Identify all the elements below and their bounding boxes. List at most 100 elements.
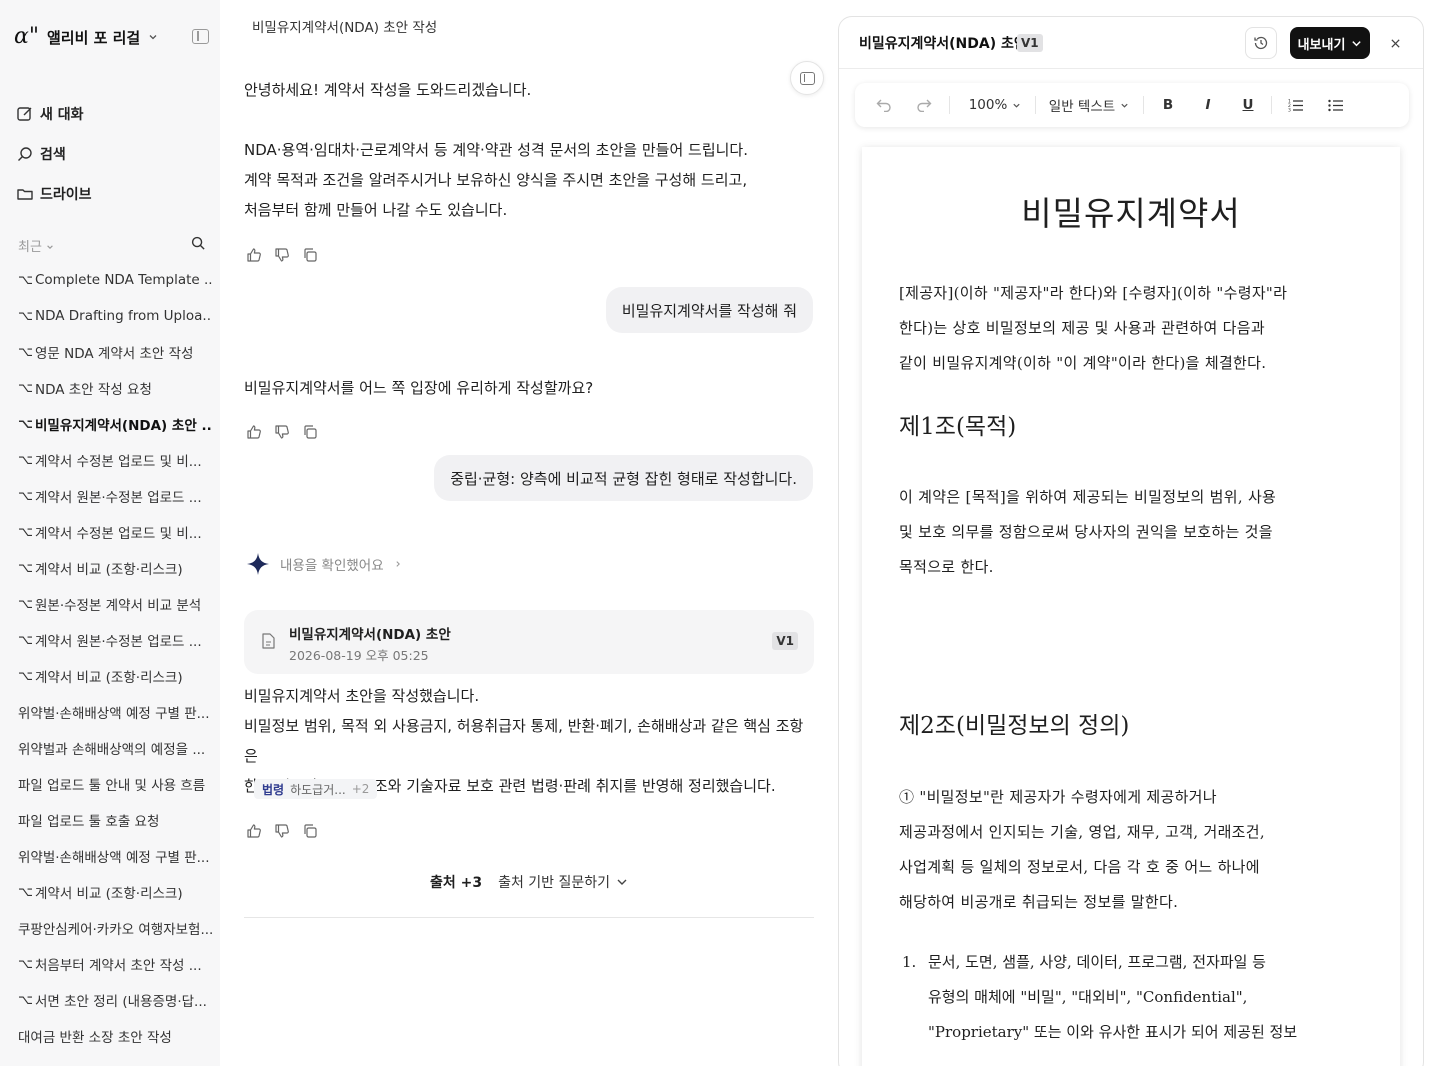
branch-icon: ⌥ bbox=[18, 596, 33, 612]
toolbar-separator bbox=[1035, 96, 1036, 114]
chat-title: 비밀유지계약서(NDA) 초안 작성 bbox=[252, 20, 438, 36]
recent-item-label: 서면 초안 정리 (내용증명·답... bbox=[34, 994, 207, 1010]
workspace-switcher[interactable]: α" 앨리비 포 리걸 bbox=[14, 24, 158, 50]
recent-item[interactable]: ⌥ 계약서 비교 (조항·리스크) bbox=[18, 550, 212, 586]
recent-item[interactable]: 파일 업로드 툴 안내 및 사용 흐름 bbox=[18, 766, 212, 802]
recent-filter[interactable]: 최근 bbox=[18, 236, 54, 255]
sidebar-toggle-icon[interactable] bbox=[192, 29, 209, 44]
undo-button[interactable] bbox=[869, 83, 899, 127]
user-message: 비밀유지계약서를 작성해 줘 bbox=[605, 287, 813, 333]
underline-button[interactable]: U bbox=[1233, 83, 1263, 127]
recent-item-label: 계약서 수정본 업로드 및 비... bbox=[34, 454, 202, 470]
document-page[interactable]: 비밀유지계약서 [제공자](이하 "제공자"라 한다)와 [수령자](이하 "수… bbox=[862, 147, 1400, 1066]
message-actions bbox=[246, 823, 318, 839]
copy-icon[interactable] bbox=[302, 424, 318, 440]
recent-item[interactable]: ⌥ 계약서 비교 (조항·리스크) bbox=[18, 874, 212, 910]
sparkle-icon bbox=[247, 553, 269, 575]
message-line: 안녕하세요! 계약서 작성을 도와드리겠습니다. bbox=[244, 81, 532, 99]
thumbs-down-icon[interactable] bbox=[274, 823, 290, 839]
thumbs-down-icon[interactable] bbox=[274, 247, 290, 263]
copy-icon[interactable] bbox=[302, 823, 318, 839]
new-chat-icon bbox=[16, 105, 34, 123]
recent-item[interactable]: ⌥ NDA 초안 작성 요청 bbox=[18, 370, 212, 406]
thumbs-down-icon[interactable] bbox=[274, 424, 290, 440]
recent-search-icon[interactable] bbox=[191, 236, 206, 255]
toolbar-separator bbox=[949, 96, 950, 114]
export-button[interactable]: 내보내기 bbox=[1290, 27, 1370, 59]
text-style-select[interactable]: 일반 텍스트 bbox=[1043, 83, 1135, 127]
recent-item[interactable]: 대여금 반환 소장 초안 작성 bbox=[18, 1018, 212, 1054]
user-message: 중립·균형: 양측에 비교적 균형 잡힌 형태로 작성합니다. bbox=[434, 455, 813, 501]
chat-area: 비밀유지계약서(NDA) 초안 작성 안녕하세요! 계약서 작성을 도와드리겠습… bbox=[220, 0, 838, 1066]
nav-search[interactable]: 검색 bbox=[16, 134, 206, 174]
export-label: 내보내기 bbox=[1297, 37, 1346, 53]
version-badge: V1 bbox=[772, 632, 798, 650]
bold-button[interactable]: B bbox=[1153, 83, 1183, 127]
zoom-select[interactable]: 100% bbox=[959, 83, 1031, 127]
document-title: 비밀유지계약서 bbox=[1021, 194, 1241, 233]
recent-item[interactable]: ⌥ 처음부터 계약서 초안 작성 ... bbox=[18, 946, 212, 982]
copy-icon[interactable] bbox=[302, 247, 318, 263]
thumbs-up-icon[interactable] bbox=[246, 247, 262, 263]
recent-item[interactable]: ⌥ 영문 NDA 계약서 초안 작성 bbox=[18, 334, 212, 370]
source-more: +2 bbox=[351, 782, 370, 796]
recent-item[interactable]: 파일 업로드 툴 호출 요청 bbox=[18, 802, 212, 838]
recent-item[interactable]: 위약벌과 손해배상액의 예정을 ... bbox=[18, 730, 212, 766]
doc-line: [제공자](이하 "제공자"라 한다)와 [수령자](이하 "수령자"라 bbox=[899, 284, 1288, 302]
recent-item-label: 파일 업로드 툴 호출 요청 bbox=[18, 814, 160, 830]
source-question-button[interactable]: 출처 기반 질문하기 bbox=[498, 872, 628, 892]
recent-item-label: 위약벌·손해배상액 예정 구별 판... bbox=[18, 850, 210, 866]
thumbs-up-icon[interactable] bbox=[246, 823, 262, 839]
recent-item[interactable]: ⌥ 계약서 수정본 업로드 및 비... bbox=[18, 442, 212, 478]
close-panel-button[interactable] bbox=[1385, 33, 1405, 53]
recent-item[interactable]: ⌥ 계약서 비교 (조항·리스크) bbox=[18, 658, 212, 694]
branch-icon: ⌥ bbox=[18, 272, 33, 288]
italic-button[interactable]: I bbox=[1193, 83, 1223, 127]
nav-drive[interactable]: 드라이브 bbox=[16, 174, 206, 214]
redo-button[interactable] bbox=[909, 83, 939, 127]
sidebar: α" 앨리비 포 리걸 새 대화 검색 드라이브 최근 ⌥ Complete N… bbox=[0, 0, 220, 1066]
bullet-list-button[interactable] bbox=[1321, 83, 1351, 127]
recent-item[interactable]: 쿠팡안심케어·카카오 여행자보험... bbox=[18, 910, 212, 946]
doc-line: ① "비밀정보"란 제공자가 수령자에게 제공하거나 bbox=[899, 788, 1217, 806]
thinking-status[interactable]: 내용을 확인했어요 bbox=[246, 552, 402, 576]
document-card-title: 비밀유지계약서(NDA) 초안 bbox=[289, 627, 451, 643]
recent-item[interactable]: 위약벌·손해배상액 예정 구별 판... bbox=[18, 838, 212, 874]
doc-line: 문서, 도면, 샘플, 사양, 데이터, 프로그램, 전자파일 등 bbox=[928, 953, 1266, 971]
history-button[interactable] bbox=[1245, 27, 1277, 59]
branch-icon: ⌥ bbox=[18, 956, 33, 972]
recent-item[interactable]: ⌥ 계약서 원본·수정본 업로드 ... bbox=[18, 478, 212, 514]
document-card[interactable]: 비밀유지계약서(NDA) 초안 2026-08-19 오후 05:25 V1 bbox=[244, 610, 814, 674]
recent-item[interactable]: 위약벌·손해배상액 예정 구별 판... bbox=[18, 694, 212, 730]
branch-icon: ⌥ bbox=[18, 884, 33, 900]
document-card-date: 2026-08-19 오후 05:25 bbox=[289, 648, 429, 663]
source-question-label: 출처 기반 질문하기 bbox=[498, 875, 611, 891]
recent-item-label: 대여금 반환 소장 초안 작성 bbox=[18, 1030, 172, 1046]
recent-item[interactable]: ⌥ Complete NDA Template ... bbox=[18, 262, 212, 298]
ordered-list-button[interactable]: 123 bbox=[1281, 83, 1311, 127]
recent-item[interactable]: ⌥ NDA Drafting from Uploa... bbox=[18, 298, 212, 334]
document-panel: 비밀유지계약서(NDA) 초안 V1 내보내기 100% 일반 텍스트 B I … bbox=[838, 16, 1424, 1066]
thumbs-up-icon[interactable] bbox=[246, 424, 262, 440]
panel-version-badge[interactable]: V1 bbox=[1017, 34, 1043, 52]
doc-line: 유형의 매체에 "비밀", "대외비", "Confidential", bbox=[928, 988, 1248, 1006]
recent-item[interactable]: ⌥ 서면 초안 정리 (내용증명·답... bbox=[18, 982, 212, 1018]
nav-new-chat-label: 새 대화 bbox=[40, 107, 84, 123]
sidebar-nav: 새 대화 검색 드라이브 bbox=[16, 94, 206, 214]
folder-icon bbox=[16, 185, 34, 203]
thinking-text: 내용을 확인했어요 bbox=[280, 558, 384, 574]
recent-item[interactable]: ⌥ 계약서 원본·수정본 업로드 ... bbox=[18, 622, 212, 658]
doc-line: 제공과정에서 인지되는 기술, 영업, 재무, 고객, 거래조건, bbox=[899, 823, 1265, 841]
recent-item[interactable]: ⌥ 원본·수정본 계약서 비교 분석 bbox=[18, 586, 212, 622]
recent-item[interactable]: ⌥ 비밀유지계약서(NDA) 초안 ... bbox=[18, 406, 212, 442]
sources-count-button[interactable]: 출처 +3 bbox=[430, 872, 482, 892]
source-tag[interactable]: 법령 하도급거... +2 bbox=[254, 779, 378, 799]
message-line: NDA·용역·임대차·근로계약서 등 계약·약관 성격 문서의 초안을 만들어 … bbox=[244, 141, 748, 159]
panel-header: 비밀유지계약서(NDA) 초안 V1 내보내기 bbox=[839, 17, 1423, 69]
recent-item[interactable]: ⌥ 계약서 수정본 업로드 및 비... bbox=[18, 514, 212, 550]
doc-line: 목적으로 한다. bbox=[899, 558, 994, 576]
nav-new-chat[interactable]: 새 대화 bbox=[16, 94, 206, 134]
recent-item-label: 계약서 비교 (조항·리스크) bbox=[34, 562, 183, 578]
sources-row: 출처 +3 출처 기반 질문하기 bbox=[244, 870, 814, 894]
panel-title: 비밀유지계약서(NDA) 초안 bbox=[859, 36, 1027, 52]
